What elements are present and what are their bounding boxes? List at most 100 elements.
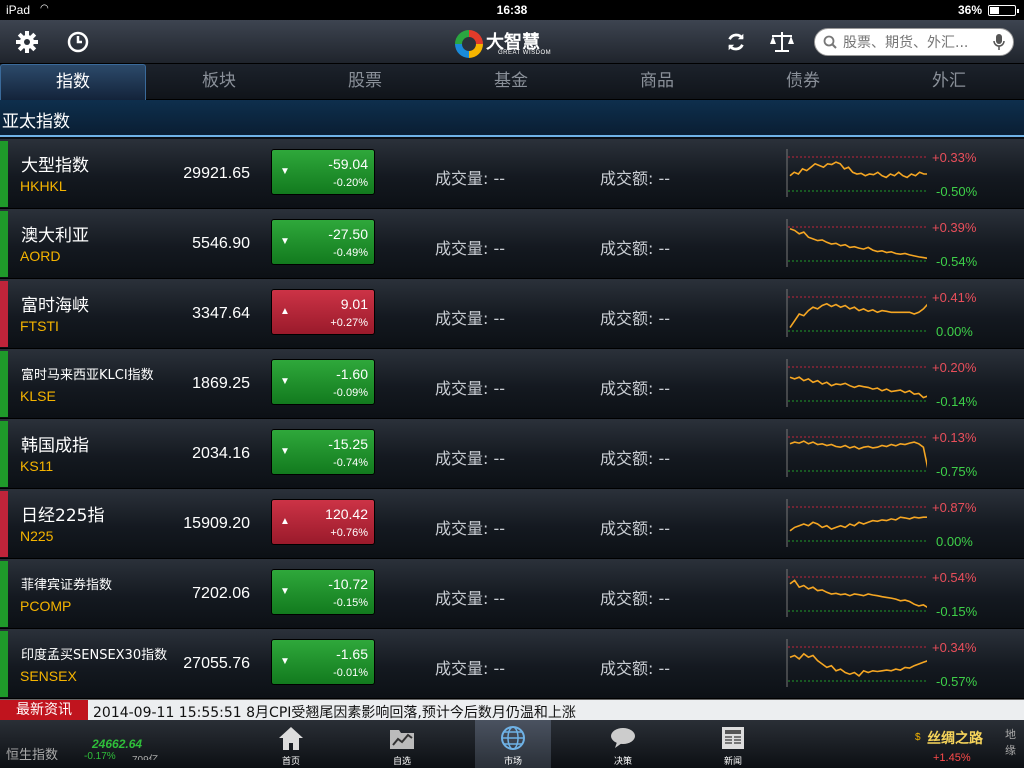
tab-bonds[interactable]: 债券 (730, 64, 876, 100)
change-box: ▼ -59.04 -0.20% (271, 149, 375, 195)
spark-high-percent: +0.87% (932, 500, 977, 515)
change-value: -59.04 (328, 156, 368, 172)
nav-watchlist-label: 自选 (392, 757, 411, 767)
amount-label: 成交额: -- (600, 379, 671, 398)
sparkline-chart (786, 429, 927, 477)
arrow-down-icon: ▼ (280, 586, 290, 597)
index-code: KLSE (20, 388, 56, 404)
globe-icon (501, 726, 525, 750)
index-row[interactable]: 菲律宾证券指数 PCOMP 7202.06 ▼ -10.72 -0.15% 成交量: -- 成… (0, 559, 1024, 629)
index-code: HKHKL (20, 178, 67, 194)
refresh-icon[interactable] (723, 29, 749, 55)
change-percent: +0.76% (330, 527, 368, 539)
app-root: iPad ◠ 16:38 36% 大智慧 GREAT WISDOM 股票、期货、… (0, 0, 1024, 768)
nav-news-label: 新闻 (723, 757, 742, 767)
sparkline-chart (786, 639, 927, 687)
nav-news[interactable]: 新闻 (695, 720, 771, 768)
tab-indices[interactable]: 指数 (0, 64, 146, 100)
section-header: 亚太指数 (0, 100, 1024, 137)
sparkline-series (789, 652, 927, 677)
index-row[interactable]: 富时海峡 FTSTI 3347.64 ▲ 9.01 +0.27% 成交量: -- 成交额: -… (0, 279, 1024, 349)
nav-watchlist[interactable]: 自选 (364, 720, 440, 768)
index-code: SENSEX (20, 668, 77, 684)
category-tabs: 指数 板块 股票 基金 商品 债券 外汇 (0, 64, 1024, 100)
brand-subtitle: GREAT WISDOM (498, 50, 552, 56)
index-name: 大型指数 (21, 156, 89, 176)
index-name: 富时马来西亚KLCI指数 (21, 368, 154, 383)
index-name: 印度孟买SENSEX30指数 (21, 648, 168, 663)
amount-label: 成交额: -- (600, 309, 671, 328)
news-headline[interactable]: 2014-09-11 15:55:51 8月CPI受翘尾因素影响回落,预计今后数… (93, 702, 576, 722)
ticker-value: 24662.64 (92, 737, 143, 751)
spark-low-percent: -0.14% (936, 394, 978, 409)
amount-label: 成交额: -- (600, 449, 671, 468)
bottom-tab-bar: 恒生指数 24662.64 -0.17% 709亿 首页 自选 市场 决策 新闻… (0, 720, 1024, 768)
tab-stocks[interactable]: 股票 (292, 64, 438, 100)
sparkline-chart (786, 499, 927, 547)
arrow-up-icon: ▲ (280, 516, 290, 527)
change-percent: -0.09% (333, 387, 368, 399)
sparkline-series (789, 376, 927, 399)
sparkline-series (789, 440, 927, 469)
tab-commodities[interactable]: 商品 (584, 64, 730, 100)
section-title: 亚太指数 (2, 112, 70, 132)
search-input[interactable] (843, 33, 983, 53)
brand-mark-icon (455, 30, 483, 58)
change-box: ▼ -1.60 -0.09% (271, 359, 375, 405)
index-price: 7202.06 (192, 585, 250, 602)
ios-status-bar: iPad ◠ 16:38 36% (0, 0, 1024, 20)
sparkline-chart (786, 289, 927, 337)
index-code: KS11 (20, 458, 54, 474)
tab-sectors[interactable]: 板块 (146, 64, 292, 100)
trend-indicator (0, 211, 8, 277)
search-box[interactable] (814, 28, 1014, 56)
history-clock-icon[interactable] (65, 29, 91, 55)
nav-decision[interactable]: 决策 (585, 720, 661, 768)
index-row[interactable]: 日经225指 N225 15909.20 ▲ 120.42 +0.76% 成交量: -- 成交… (0, 489, 1024, 559)
chat-bubble-icon (611, 728, 635, 748)
change-box: ▲ 9.01 +0.27% (271, 289, 375, 335)
index-row[interactable]: 大型指数 HKHKL 29921.65 ▼ -59.04 -0.20% 成交量: -- 成交额… (0, 139, 1024, 209)
nav-home[interactable]: 首页 (253, 720, 329, 768)
sparkline-series (789, 227, 927, 259)
volume-label: 成交量: -- (435, 449, 506, 468)
change-box: ▼ -27.50 -0.49% (271, 219, 375, 265)
volume-label: 成交量: -- (435, 239, 506, 258)
trend-indicator (0, 141, 8, 207)
spark-high-percent: +0.33% (932, 150, 977, 165)
amount-label: 成交额: -- (600, 589, 671, 608)
sparkline-series (789, 161, 927, 179)
spark-high-percent: +0.54% (932, 570, 977, 585)
change-percent: +0.27% (330, 317, 368, 329)
settings-gear-icon[interactable] (14, 29, 40, 55)
index-row[interactable]: 澳大利亚 AORD 5546.90 ▼ -27.50 -0.49% 成交量: -- 成交额: … (0, 209, 1024, 279)
promo-theme[interactable]: $ 丝绸之路 +1.45% (915, 726, 1005, 766)
volume-label: 成交量: -- (435, 169, 506, 188)
index-price: 27055.76 (183, 655, 250, 672)
index-code: FTSTI (20, 318, 59, 334)
balance-scale-icon[interactable] (769, 29, 795, 55)
nav-decision-label: 决策 (613, 757, 632, 767)
promo-title: 丝绸之路 (927, 731, 983, 747)
index-name: 澳大利亚 (21, 226, 89, 246)
news-label: 最新资讯 (0, 700, 88, 721)
index-row[interactable]: 富时马来西亚KLCI指数 KLSE 1869.25 ▼ -1.60 -0.09% 成交量: … (0, 349, 1024, 419)
promo-next[interactable]: 地缘 (1005, 726, 1024, 758)
index-name: 韩国成指 (21, 436, 89, 456)
arrow-down-icon: ▼ (280, 166, 290, 177)
news-ticker-bar[interactable]: 最新资讯 2014-09-11 15:55:51 8月CPI受翘尾因素影响回落,… (0, 699, 1024, 722)
change-value: -27.50 (328, 226, 368, 242)
arrow-down-icon: ▼ (280, 236, 290, 247)
index-row[interactable]: 印度孟买SENSEX30指数 SENSEX 27055.76 ▼ -1.65 -0.01%… (0, 629, 1024, 699)
index-row[interactable]: 韩国成指 KS11 2034.16 ▼ -15.25 -0.74% 成交量: -- 成交额: … (0, 419, 1024, 489)
index-ticker[interactable]: 恒生指数 24662.64 -0.17% 709亿 (4, 730, 174, 760)
index-name: 富时海峡 (21, 296, 89, 316)
tab-forex[interactable]: 外汇 (876, 64, 1022, 100)
trend-indicator (0, 491, 8, 557)
tab-funds[interactable]: 基金 (438, 64, 584, 100)
microphone-icon[interactable] (993, 34, 1005, 56)
ticker-percent: -0.17% (84, 751, 116, 760)
index-name: 日经225指 (21, 506, 105, 526)
search-icon (823, 35, 837, 54)
nav-market[interactable]: 市场 (475, 720, 551, 768)
